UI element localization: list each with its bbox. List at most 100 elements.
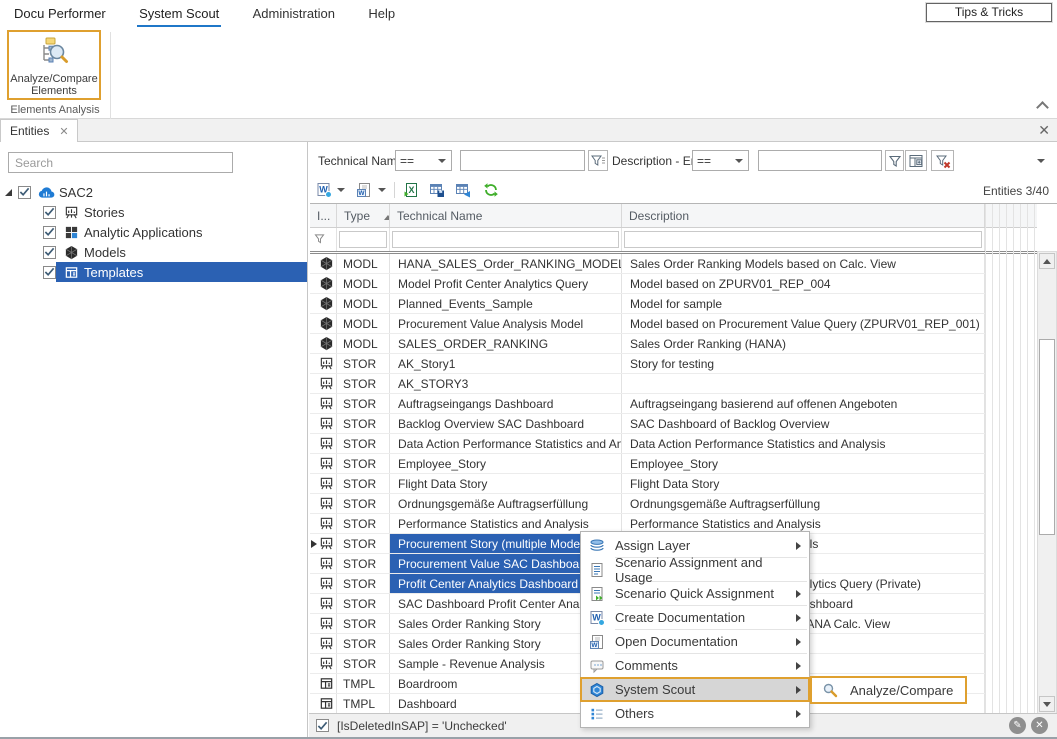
sidebar-item-templates[interactable]: Templates	[0, 262, 307, 282]
template-icon	[63, 265, 80, 280]
table-row[interactable]: MODLModel Profit Center Analytics QueryM…	[310, 274, 985, 294]
menu-item-open-documentation[interactable]: WOpen Documentation	[581, 630, 809, 653]
column-header-icon[interactable]: I...	[310, 204, 337, 227]
refresh-button[interactable]	[482, 181, 500, 199]
edit-filter-button[interactable]: ✎	[1009, 717, 1026, 734]
row-icon-cell	[310, 434, 337, 453]
column-header-technical-name[interactable]: Technical Name	[390, 204, 622, 227]
technical-name-cell[interactable]: Procurement Value Analysis Model	[390, 314, 622, 333]
tree-checkbox[interactable]	[43, 226, 56, 239]
column-header-type[interactable]: Type	[337, 204, 390, 227]
autofilter-cell[interactable]	[337, 228, 390, 251]
story-icon	[63, 205, 80, 220]
model-icon	[63, 245, 80, 260]
close-filter-button[interactable]: ✕	[1031, 717, 1048, 734]
export-excel-button[interactable]: X	[402, 181, 420, 199]
technical-name-cell[interactable]: Flight Data Story	[390, 474, 622, 493]
menu-item-system-scout[interactable]: System Scout	[581, 678, 809, 701]
autofilter-cell[interactable]	[390, 228, 622, 251]
filter-field2-operator[interactable]: ==	[692, 150, 749, 171]
description-cell: SAC Dashboard of Backlog Overview	[622, 414, 985, 433]
chevron-down-icon[interactable]	[378, 188, 386, 192]
table-row[interactable]: STORData Action Performance Statistics a…	[310, 434, 985, 454]
table-row[interactable]: STOREmployee_StoryEmployee_Story	[310, 454, 985, 474]
filter-field2-input[interactable]	[758, 150, 882, 171]
technical-name-cell[interactable]: AK_STORY3	[390, 374, 622, 393]
column-header-description[interactable]: Description	[622, 204, 985, 227]
menu-item-others[interactable]: Others	[581, 702, 809, 725]
menu-system-scout[interactable]: System Scout	[137, 0, 221, 27]
menu-item-scenario-assignment-and-usage[interactable]: Scenario Assignment and Usage	[581, 558, 809, 581]
technical-name-cell[interactable]: Employee_Story	[390, 454, 622, 473]
scroll-down-button[interactable]	[1039, 696, 1055, 712]
table-row[interactable]: STOROrdnungsgemäße AuftragserfüllungOrdn…	[310, 494, 985, 514]
panel-close-icon[interactable]: ✕	[1038, 122, 1050, 138]
row-icon-cell	[310, 374, 337, 393]
vertical-scrollbar[interactable]	[1037, 251, 1057, 714]
menu-item-label: Assign Layer	[615, 538, 690, 553]
table-row[interactable]: MODLProcurement Value Analysis ModelMode…	[310, 314, 985, 334]
submenu-analyze-compare[interactable]: Analyze/Compare	[850, 683, 953, 698]
tree-root-sac2[interactable]: SAC2	[0, 182, 307, 202]
technical-name-cell[interactable]: HANA_SALES_Order_RANKING_MODEL	[390, 254, 622, 273]
filter-field1-input[interactable]	[460, 150, 585, 171]
table-row[interactable]: MODLPlanned_Events_SampleModel for sampl…	[310, 294, 985, 314]
table-row[interactable]: MODLSALES_ORDER_RANKINGSales Order Ranki…	[310, 334, 985, 354]
technical-name-cell[interactable]: Backlog Overview SAC Dashboard	[390, 414, 622, 433]
sidebar-item-stories[interactable]: Stories	[0, 202, 307, 222]
status-filter-checkbox[interactable]	[316, 719, 329, 732]
filter-field1-funnel-button[interactable]	[588, 150, 608, 171]
table-row[interactable]: MODLHANA_SALES_Order_RANKING_MODELSales …	[310, 254, 985, 274]
technical-name-cell[interactable]: Auftragseingangs Dashboard	[390, 394, 622, 413]
menu-item-comments[interactable]: Comments	[581, 654, 809, 677]
table-row[interactable]: STORAK_Story1Story for testing	[310, 354, 985, 374]
clear-filter-button[interactable]	[931, 150, 954, 171]
table-row[interactable]: STORAK_STORY3	[310, 374, 985, 394]
technical-name-cell[interactable]: Ordnungsgemäße Auftragserfüllung	[390, 494, 622, 513]
menu-administration[interactable]: Administration	[251, 0, 337, 25]
menu-item-label: Create Documentation	[615, 610, 745, 625]
table-row[interactable]: STORAuftragseingangs DashboardAuftragsei…	[310, 394, 985, 414]
apply-filter-button[interactable]	[885, 150, 904, 171]
description-cell: Data Action Performance Statistics and A…	[622, 434, 985, 453]
create-word-doc-button[interactable]: W	[315, 181, 333, 199]
scrollbar-thumb[interactable]	[1039, 339, 1055, 535]
autofilter-cell[interactable]	[622, 228, 985, 251]
technical-name-cell[interactable]: Data Action Performance Statistics and A…	[390, 434, 622, 453]
technical-name-cell[interactable]: Model Profit Center Analytics Query	[390, 274, 622, 293]
table-row[interactable]: STORFlight Data StoryFlight Data Story	[310, 474, 985, 494]
filter-layout-button[interactable]	[905, 150, 927, 171]
autofilter-cell[interactable]	[310, 228, 337, 251]
menu-help[interactable]: Help	[366, 0, 397, 25]
menu-docu-performer[interactable]: Docu Performer	[12, 0, 108, 25]
load-grid-layout-button[interactable]	[454, 181, 472, 199]
tree-checkbox[interactable]	[43, 246, 56, 259]
menu-item-scenario-quick-assignment[interactable]: Scenario Quick Assignment	[581, 582, 809, 605]
type-cell: STOR	[337, 494, 390, 513]
tree-checkbox[interactable]	[18, 186, 31, 199]
chevron-down-icon[interactable]	[337, 188, 345, 192]
filter-field1-operator[interactable]: ==	[395, 150, 452, 171]
menu-item-create-documentation[interactable]: WCreate Documentation	[581, 606, 809, 629]
expander-icon[interactable]	[5, 189, 12, 196]
technical-name-cell[interactable]: Planned_Events_Sample	[390, 294, 622, 313]
tips-and-tricks-button[interactable]: Tips & Tricks	[926, 3, 1052, 22]
technical-name-cell[interactable]: SALES_ORDER_RANKING	[390, 334, 622, 353]
save-grid-layout-button[interactable]	[428, 181, 446, 199]
tab-close-icon[interactable]: ✕	[59, 126, 68, 138]
model-icon	[319, 276, 334, 291]
description-cell	[622, 374, 985, 393]
table-row[interactable]: STORBacklog Overview SAC DashboardSAC Da…	[310, 414, 985, 434]
sidebar-item-analytic-applications[interactable]: Analytic Applications	[0, 222, 307, 242]
sidebar-item-models[interactable]: Models	[0, 242, 307, 262]
search-input[interactable]	[8, 152, 233, 173]
tab-entities[interactable]: Entities✕	[0, 119, 78, 142]
technical-name-cell[interactable]: AK_Story1	[390, 354, 622, 373]
collapse-ribbon-icon[interactable]	[1036, 101, 1049, 114]
analyze-compare-elements-button[interactable]: Analyze/Compare Elements	[7, 30, 101, 100]
tree-checkbox[interactable]	[43, 206, 56, 219]
scroll-up-button[interactable]	[1039, 253, 1055, 269]
open-word-doc-button[interactable]: W	[355, 181, 373, 199]
filterbar-dropdown-icon[interactable]	[1037, 159, 1045, 163]
tree-checkbox[interactable]	[43, 266, 56, 279]
